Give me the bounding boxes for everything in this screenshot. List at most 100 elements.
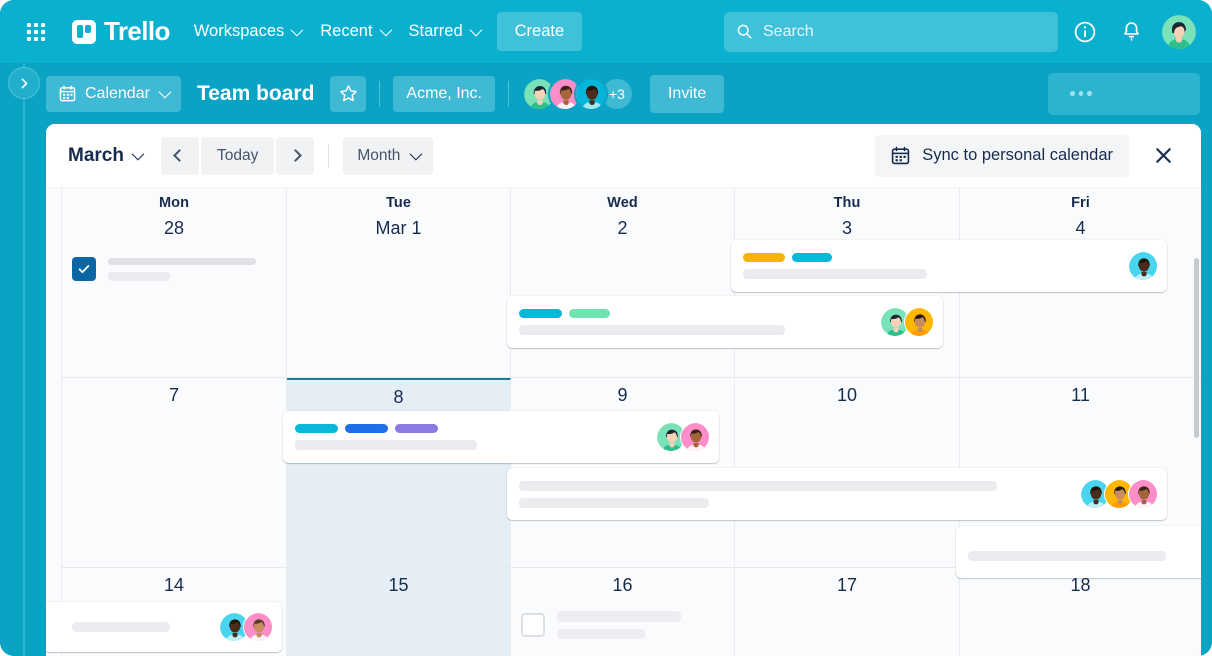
chevron-down-icon bbox=[469, 24, 482, 37]
day-cell-18[interactable]: 18 bbox=[960, 568, 1201, 656]
member-avatar[interactable] bbox=[680, 422, 710, 452]
search-icon bbox=[736, 23, 753, 40]
view-mode-select[interactable]: Month bbox=[343, 137, 433, 175]
search-input[interactable]: Search bbox=[724, 12, 1058, 52]
calendar-week-row: 14 15 16 17 18 bbox=[62, 568, 1201, 656]
day-number: 17 bbox=[735, 568, 959, 596]
profile-avatar[interactable] bbox=[1162, 15, 1196, 49]
workspace-button[interactable]: Acme, Inc. bbox=[393, 76, 495, 112]
card-checkbox-checked[interactable] bbox=[72, 257, 96, 281]
chevron-down-icon bbox=[410, 148, 423, 161]
today-button[interactable]: Today bbox=[201, 137, 274, 175]
card-title-placeholder bbox=[557, 611, 681, 622]
top-nav-right-group: Search bbox=[724, 12, 1196, 52]
card-members bbox=[1128, 251, 1167, 281]
card-mon28-checked[interactable] bbox=[62, 248, 280, 290]
card-members bbox=[1080, 479, 1167, 509]
card-thu3-fri4-span[interactable] bbox=[731, 240, 1167, 292]
close-calendar-button[interactable] bbox=[1143, 136, 1183, 176]
info-circle-icon[interactable] bbox=[1066, 13, 1104, 51]
invite-button[interactable]: Invite bbox=[650, 75, 724, 113]
search-placeholder: Search bbox=[763, 23, 814, 41]
view-mode-label: Month bbox=[357, 147, 400, 165]
calendar-scrollbar[interactable] bbox=[1194, 258, 1199, 438]
day-cell-tue-mar1[interactable]: Tue Mar 1 bbox=[287, 188, 511, 377]
day-name-fri: Fri bbox=[960, 188, 1201, 211]
brand-name: Trello bbox=[104, 16, 170, 47]
nav-recent[interactable]: Recent bbox=[310, 15, 398, 48]
notification-bell-icon[interactable] bbox=[1112, 13, 1150, 51]
next-period-button[interactable] bbox=[276, 137, 314, 175]
card-checkbox-unchecked[interactable] bbox=[521, 613, 545, 637]
sidebar-divider bbox=[23, 63, 25, 656]
member-avatar[interactable] bbox=[1128, 479, 1158, 509]
day-cell-8-today[interactable]: 8 bbox=[287, 378, 511, 567]
board-header: Calendar Team board Acme, Inc. bbox=[0, 63, 1212, 124]
day-number: 28 bbox=[62, 211, 286, 239]
day-number: 15 bbox=[287, 568, 510, 596]
card-content bbox=[283, 415, 656, 459]
card-labels bbox=[295, 424, 644, 433]
day-name-mon: Mon bbox=[62, 188, 286, 211]
card-title-placeholder bbox=[295, 440, 477, 450]
member-avatar[interactable] bbox=[1128, 251, 1158, 281]
day-name-wed: Wed bbox=[511, 188, 734, 211]
card-title-placeholder bbox=[519, 481, 997, 491]
card-wed2-thu3-span[interactable] bbox=[507, 296, 943, 348]
card-title-placeholder bbox=[743, 269, 927, 279]
nav-starred[interactable]: Starred bbox=[399, 15, 489, 48]
card-mon14-span[interactable] bbox=[46, 602, 282, 652]
card-tue8-wed9-span[interactable] bbox=[283, 411, 719, 463]
nav-starred-label: Starred bbox=[409, 22, 463, 41]
label-yellow bbox=[743, 253, 785, 262]
month-selector[interactable]: March bbox=[66, 141, 143, 171]
card-content bbox=[545, 602, 729, 648]
day-cell-7[interactable]: 7 bbox=[62, 378, 287, 567]
page-title: Team board bbox=[197, 82, 314, 106]
card-meta-placeholder bbox=[519, 498, 709, 508]
day-number: 11 bbox=[960, 378, 1201, 406]
star-board-button[interactable] bbox=[330, 76, 366, 112]
card-content bbox=[46, 613, 219, 641]
card-title-placeholder bbox=[108, 258, 256, 265]
create-button[interactable]: Create bbox=[497, 12, 583, 51]
trello-logo[interactable]: Trello bbox=[72, 16, 170, 47]
card-wed9-fri11-span[interactable] bbox=[507, 468, 1167, 520]
board-members: +3 bbox=[522, 77, 634, 111]
card-content bbox=[956, 534, 1201, 570]
day-cell-15[interactable]: 15 bbox=[287, 568, 511, 656]
card-labels bbox=[519, 309, 868, 318]
sync-personal-calendar-button[interactable]: Sync to personal calendar bbox=[875, 135, 1129, 177]
card-fri11-overflow[interactable] bbox=[956, 526, 1201, 578]
day-cell-wed-2[interactable]: Wed 2 bbox=[511, 188, 735, 377]
prev-period-button[interactable] bbox=[161, 137, 199, 175]
card-title-placeholder bbox=[519, 325, 785, 335]
nav-workspaces-label: Workspaces bbox=[194, 22, 284, 41]
day-name-tue: Tue bbox=[287, 188, 510, 211]
member-avatar[interactable] bbox=[243, 612, 273, 642]
card-content bbox=[507, 300, 880, 344]
day-number: 16 bbox=[511, 568, 734, 596]
label-green bbox=[569, 309, 610, 318]
toolbar-divider bbox=[328, 144, 329, 168]
sidebar-expand-button[interactable] bbox=[8, 67, 40, 99]
card-wed16-unchecked[interactable] bbox=[511, 602, 729, 648]
chevron-right-icon bbox=[289, 149, 302, 162]
top-navigation-bar: Trello Workspaces Recent Starred Create … bbox=[0, 0, 1212, 63]
trello-mark-icon bbox=[72, 20, 96, 44]
trello-app-window: Trello Workspaces Recent Starred Create … bbox=[0, 0, 1212, 656]
label-cyan bbox=[295, 424, 338, 433]
check-icon bbox=[77, 262, 91, 276]
calendar-toolbar-right: Sync to personal calendar bbox=[875, 135, 1183, 177]
calendar-panel: March Today Month bbox=[46, 124, 1201, 656]
calendar-icon bbox=[891, 146, 910, 165]
day-cell-17[interactable]: 17 bbox=[735, 568, 960, 656]
grid-apps-icon[interactable] bbox=[20, 16, 52, 48]
board-menu-button[interactable] bbox=[1048, 73, 1200, 115]
nav-workspaces[interactable]: Workspaces bbox=[184, 15, 310, 48]
card-meta-placeholder bbox=[108, 272, 170, 281]
view-selector-calendar[interactable]: Calendar bbox=[46, 76, 181, 112]
member-avatar[interactable] bbox=[574, 77, 608, 111]
card-title-placeholder bbox=[968, 551, 1166, 561]
member-avatar[interactable] bbox=[904, 307, 934, 337]
